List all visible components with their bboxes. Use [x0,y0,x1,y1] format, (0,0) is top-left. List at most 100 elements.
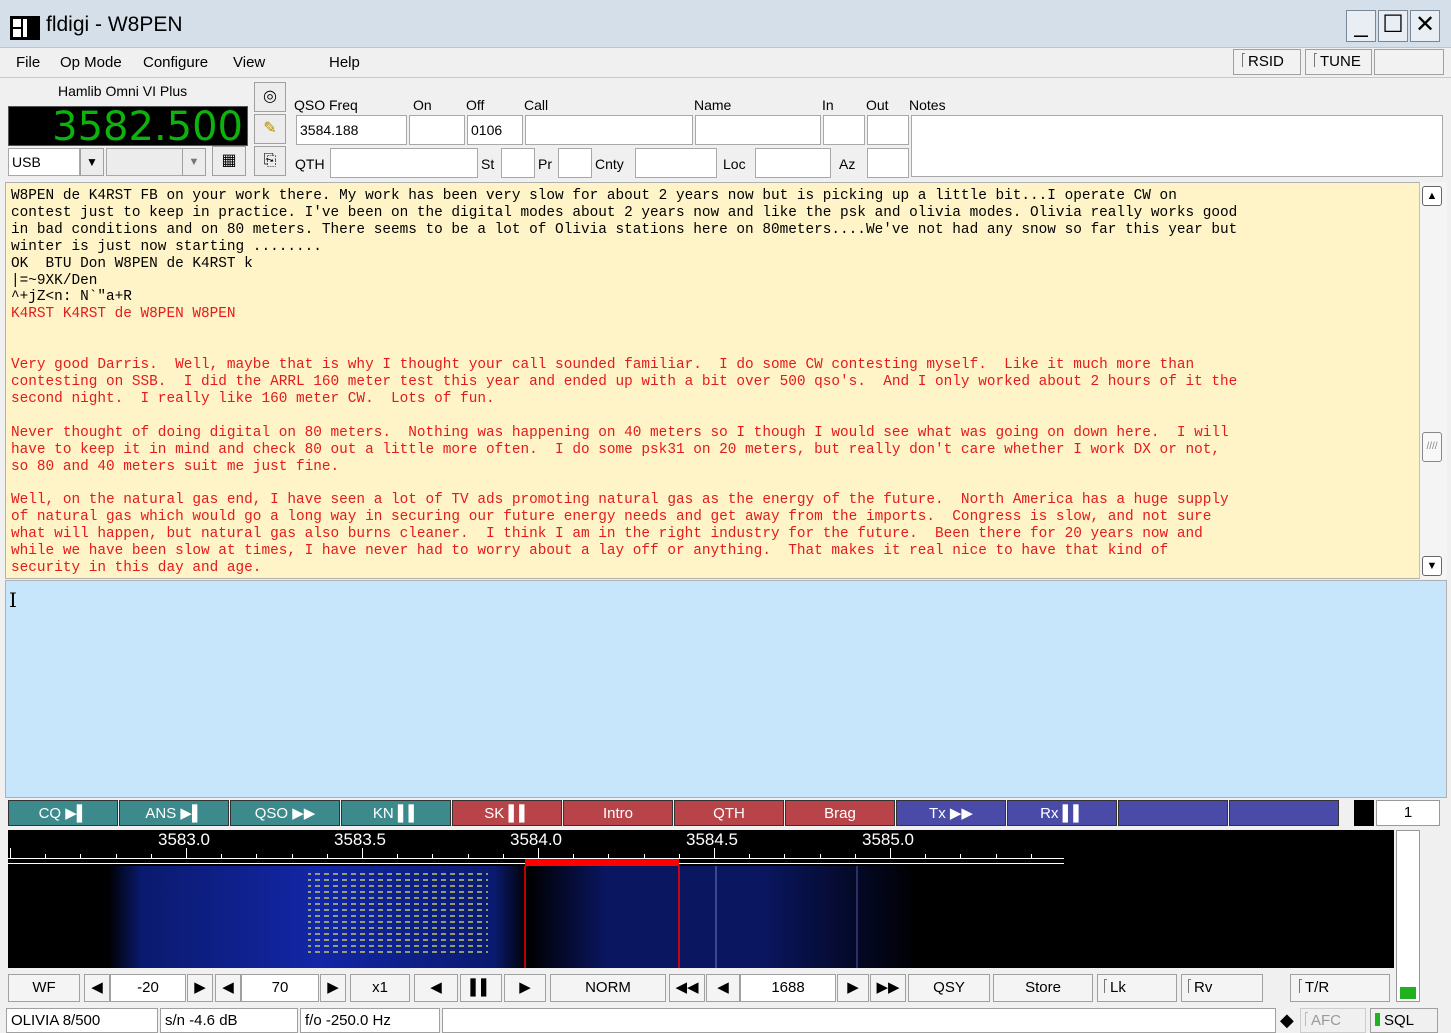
macro-button[interactable]: Tx ▶▶ [896,800,1006,826]
qso-freq-field[interactable]: 3584.188 [296,115,407,145]
range-increase-button[interactable]: ▶ [320,974,346,1002]
reverse-toggle[interactable]: Rv [1181,974,1263,1002]
rst-in-field[interactable] [823,115,865,145]
macro-button[interactable]: CQ ▶▌ [8,800,118,826]
step-left-button[interactable]: ◀ [706,974,740,1002]
locator-field[interactable] [755,148,831,178]
ref-level-field[interactable]: -20 [110,974,186,1002]
off-label: Off [466,97,485,113]
macro-button[interactable] [1229,800,1339,826]
frequency-scale[interactable]: 3583.0 3583.5 3584.0 3584.5 3585.0 [8,830,1394,866]
macro-button[interactable]: KN ▌▌ [341,800,451,826]
step-right-button[interactable]: ▶ [837,974,869,1002]
range-field[interactable]: 70 [241,974,319,1002]
call-label: Call [524,97,549,113]
state-field[interactable] [501,148,535,178]
macro-set-indicator[interactable]: 1 [1376,800,1440,826]
store-button[interactable]: Store [993,974,1093,1002]
ref-level-increase-button[interactable]: ▶ [187,974,213,1002]
scale-tick [362,848,363,858]
window-title: fldigi - W8PEN [46,13,183,36]
fast-left-button[interactable]: ◀◀ [669,974,705,1002]
receive-text: W8PEN de K4RST FB on your work there. My… [11,188,1416,577]
tr-toggle[interactable]: T/R [1290,974,1390,1002]
county-field[interactable] [635,148,717,178]
macro-button[interactable]: SK ▌▌ [452,800,562,826]
range-decrease-button[interactable]: ◀ [215,974,241,1002]
menu-op-mode[interactable]: Op Mode [60,54,122,71]
bandwidth-dropdown-icon[interactable]: ▼ [182,148,206,176]
status-message [442,1008,1276,1033]
tune-button[interactable]: TUNE [1305,49,1372,75]
app-icon [10,16,40,40]
rx-line: what will happen, but natural gas also b… [11,526,1203,543]
scroll-right-button[interactable]: ▶ [504,974,546,1002]
receive-scrollbar[interactable] [1419,182,1447,579]
menu-configure[interactable]: Configure [143,54,208,71]
minimize-button[interactable]: _ [1346,10,1376,42]
macro-button[interactable]: QSO ▶▶ [230,800,340,826]
macro-button[interactable]: ANS ▶▌ [119,800,229,826]
province-field[interactable] [558,148,592,178]
lock-toggle[interactable]: Lk [1097,974,1177,1002]
scale-label: 3584.0 [510,830,562,849]
call-field[interactable] [525,115,693,145]
off-time-field[interactable]: 0106 [467,115,523,145]
scroll-up-icon[interactable]: ▲ [1422,186,1442,206]
close-button[interactable]: ✕ [1410,10,1440,42]
on-label: On [413,97,432,113]
scroll-thumb[interactable]: //// [1422,432,1442,462]
title-bar [0,0,1451,48]
carrier-frequency-field[interactable]: 1688 [740,974,836,1002]
qsy-button[interactable]: QSY [908,974,990,1002]
in-label: In [822,97,834,113]
sql-toggle[interactable]: SQL [1370,1008,1438,1033]
macro-button[interactable]: Rx ▌▌ [1007,800,1117,826]
transmit-text-panel[interactable] [5,580,1447,798]
norm-button[interactable]: NORM [550,974,666,1002]
menu-file[interactable]: File [16,54,40,71]
rx-line: ^+jZ<n: N`"a+R [11,289,132,306]
qth-field[interactable] [330,148,478,178]
menu-view[interactable]: View [233,54,265,71]
globe-lookup-icon[interactable]: ◎ [254,82,286,112]
macro-button[interactable]: QTH [674,800,784,826]
mode-dropdown-icon[interactable]: ▼ [80,148,104,176]
afc-toggle[interactable]: AFC [1300,1008,1366,1033]
rsid-button[interactable]: RSID [1233,49,1301,75]
pause-button[interactable]: ▌▌ [460,974,502,1002]
rx-line: security in this day and age. [11,559,262,576]
spare-button[interactable] [1374,49,1444,75]
macro-button[interactable]: Intro [563,800,673,826]
mode-status[interactable]: OLIVIA 8/500 [6,1008,158,1033]
scroll-left-button[interactable]: ◀ [414,974,458,1002]
scale-tick [186,848,187,858]
signal-bandwidth-cursor [525,859,679,866]
wf-mode-button[interactable]: WF [8,974,80,1002]
rx-line [11,340,1416,357]
name-field[interactable] [695,115,821,145]
rx-line: OK BTU Don W8PEN de K4RST k [11,255,253,272]
fast-right-button[interactable]: ▶▶ [870,974,906,1002]
clear-broom-icon[interactable]: ✎ [254,114,286,144]
notes-field[interactable] [911,115,1443,177]
cnty-label: Cnty [595,156,624,172]
scroll-down-icon[interactable]: ▼ [1422,556,1442,576]
zoom-button[interactable]: x1 [350,974,410,1002]
macro-button[interactable] [1118,800,1228,826]
on-time-field[interactable] [409,115,465,145]
save-log-icon[interactable]: ⎘ [254,146,286,176]
mode-select[interactable]: USB [8,148,80,176]
macro-button[interactable]: Brag [785,800,895,826]
rst-out-field[interactable] [867,115,909,145]
menu-help[interactable]: Help [329,54,360,71]
azimuth-field[interactable] [867,148,909,178]
ref-level-decrease-button[interactable]: ◀ [84,974,110,1002]
scale-tick [10,848,11,858]
rx-line: |=~9XK/Den [11,272,98,289]
rig-memory-icon[interactable]: ▦ [212,146,246,176]
waterfall-display[interactable] [8,866,1394,968]
scale-tick [890,848,891,858]
maximize-button[interactable]: ☐ [1378,10,1408,42]
frequency-display[interactable]: 3582.500 [8,106,248,147]
